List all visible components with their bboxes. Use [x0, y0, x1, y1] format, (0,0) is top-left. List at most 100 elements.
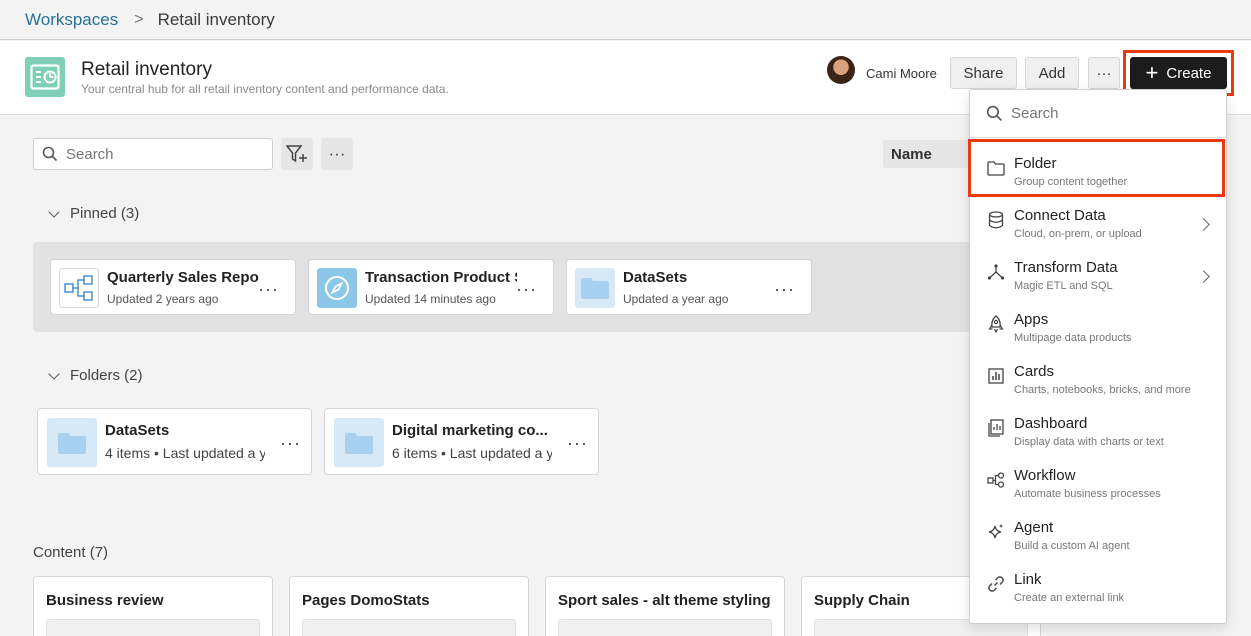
search-input[interactable]	[66, 145, 256, 163]
content-card-title: Business review	[46, 592, 164, 609]
avatar[interactable]	[827, 56, 855, 84]
menu-item-label: Connect Data	[1014, 207, 1106, 224]
page-title: Retail inventory	[81, 59, 212, 80]
chart-icon	[987, 367, 1005, 385]
content-card-title: Pages DomoStats	[302, 592, 430, 609]
toolbar-more-button[interactable]: ···	[321, 138, 353, 170]
content-card-preview	[558, 619, 772, 636]
card-more-button[interactable]: ···	[516, 280, 537, 298]
pinned-card[interactable]: DataSets Updated a year ago ···	[566, 259, 812, 315]
add-button[interactable]: Add	[1025, 57, 1079, 89]
content-section-label: Content (7)	[33, 544, 109, 561]
menu-item-label: Workflow	[1014, 467, 1076, 484]
chevron-right-icon: >	[134, 10, 144, 28]
create-button[interactable]: + Create	[1130, 57, 1227, 89]
create-menu-item-agent[interactable]: Agent Build a custom AI agent	[970, 511, 1226, 563]
card-more-button[interactable]: ···	[258, 280, 279, 298]
menu-item-label: Apps	[1014, 311, 1049, 328]
workflow-icon	[987, 471, 1005, 489]
menu-item-desc: Charts, notebooks, bricks, and more	[1014, 384, 1191, 396]
pinned-card[interactable]: Quarterly Sales Report Updated 2 years a…	[50, 259, 296, 315]
breadcrumb: Workspaces > Retail inventory	[0, 0, 1251, 40]
page-subtitle: Your central hub for all retail inventor…	[81, 82, 449, 96]
content-card-title: Sport sales - alt theme styling	[558, 592, 771, 609]
more-options-button[interactable]: ···	[1088, 57, 1120, 89]
folder-card-title: DataSets	[105, 422, 170, 439]
folder-card[interactable]: DataSets 4 items • Last updated a year a…	[37, 408, 312, 475]
content-card-preview	[302, 619, 516, 636]
pinned-card[interactable]: Transaction Product Sales Updated 14 min…	[308, 259, 554, 315]
search-icon	[42, 146, 58, 162]
folder-item-highlight	[968, 139, 1225, 197]
menu-item-label: Transform Data	[1014, 259, 1118, 276]
content-card[interactable]: Pages DomoStats	[289, 576, 529, 636]
dashboard-icon	[987, 419, 1005, 437]
content-card[interactable]: Sport sales - alt theme styling	[545, 576, 785, 636]
pinned-section-toggle[interactable]: Pinned (3)	[48, 205, 140, 222]
card-more-button[interactable]: ···	[567, 434, 588, 452]
menu-item-desc: Create an external link	[1014, 592, 1125, 604]
breadcrumb-workspaces-link[interactable]: Workspaces	[25, 10, 118, 30]
folder-card-subtitle: 6 items • Last updated a year ago	[392, 445, 552, 461]
create-menu-item-connect-data[interactable]: Connect Data Cloud, on-prem, or upload	[970, 199, 1226, 251]
menu-item-desc: Magic ETL and SQL	[1014, 280, 1113, 292]
compass-icon	[317, 268, 357, 308]
filter-button[interactable]	[281, 138, 313, 170]
menu-item-desc: Multipage data products	[1014, 332, 1132, 344]
sort-dropdown[interactable]: Name	[883, 140, 973, 168]
menu-item-label: Cards	[1014, 363, 1055, 380]
create-menu-item-apps[interactable]: Apps Multipage data products	[970, 303, 1226, 355]
pinned-card-subtitle: Updated 14 minutes ago	[365, 292, 496, 306]
content-card-preview	[46, 619, 260, 636]
create-menu-search-input[interactable]	[1011, 105, 1211, 122]
folder-card[interactable]: Digital marketing co... 6 items • Last u…	[324, 408, 599, 475]
menu-item-label: Link	[1014, 571, 1042, 588]
share-button[interactable]: Share	[950, 57, 1017, 89]
workflow-icon	[59, 268, 99, 308]
chevron-down-icon	[48, 367, 60, 380]
menu-item-label: Dashboard	[1014, 415, 1088, 432]
folder-card-title: Digital marketing co...	[392, 422, 548, 439]
link-icon	[987, 575, 1005, 593]
menu-item-desc: Automate business processes	[1014, 488, 1161, 500]
workspace-icon	[25, 57, 65, 97]
pinned-card-subtitle: Updated a year ago	[623, 292, 729, 306]
create-menu-item-link[interactable]: Link Create an external link	[970, 563, 1226, 615]
card-more-button[interactable]: ···	[280, 434, 301, 452]
create-menu-item-cards[interactable]: Cards Charts, notebooks, bricks, and mor…	[970, 355, 1226, 407]
rocket-icon	[987, 315, 1005, 333]
create-menu-item-workflow[interactable]: Workflow Automate business processes	[970, 459, 1226, 511]
chevron-right-icon	[1197, 218, 1210, 231]
pinned-card-title: Transaction Product Sales	[365, 269, 517, 286]
pinned-card-subtitle: Updated 2 years ago	[107, 292, 219, 306]
content-card-title: Supply Chain	[814, 592, 910, 609]
database-icon	[987, 211, 1005, 229]
card-more-button[interactable]: ···	[774, 280, 795, 298]
menu-item-label: Agent	[1014, 519, 1054, 536]
plus-icon: +	[1145, 60, 1159, 85]
content-card[interactable]: Business review	[33, 576, 273, 636]
create-button-label: Create	[1166, 64, 1212, 82]
sparkle-icon	[987, 523, 1005, 541]
menu-item-desc: Cloud, on-prem, or upload	[1014, 228, 1142, 240]
breadcrumb-current: Retail inventory	[157, 9, 275, 29]
transform-icon	[987, 263, 1005, 281]
pinned-card-title: DataSets	[623, 269, 688, 286]
folder-icon	[47, 418, 97, 467]
folders-section-toggle[interactable]: Folders (2)	[48, 367, 143, 384]
pinned-card-title: Quarterly Sales Report	[107, 269, 259, 286]
create-menu-item-dashboard[interactable]: Dashboard Display data with charts or te…	[970, 407, 1226, 459]
create-menu-search[interactable]	[970, 90, 1226, 138]
content-search[interactable]	[33, 138, 273, 170]
create-menu-item-transform-data[interactable]: Transform Data Magic ETL and SQL	[970, 251, 1226, 303]
chevron-down-icon	[48, 205, 60, 218]
folder-card-subtitle: 4 items • Last updated a year ago	[105, 445, 265, 461]
menu-item-desc: Display data with charts or text	[1014, 436, 1164, 448]
search-icon	[986, 105, 1002, 121]
folder-icon	[334, 418, 384, 467]
pinned-section-label: Pinned (3)	[70, 205, 140, 222]
user-name: Cami Moore	[866, 66, 937, 81]
chevron-right-icon	[1197, 270, 1210, 283]
folder-icon	[575, 268, 615, 308]
menu-item-desc: Build a custom AI agent	[1014, 540, 1130, 552]
